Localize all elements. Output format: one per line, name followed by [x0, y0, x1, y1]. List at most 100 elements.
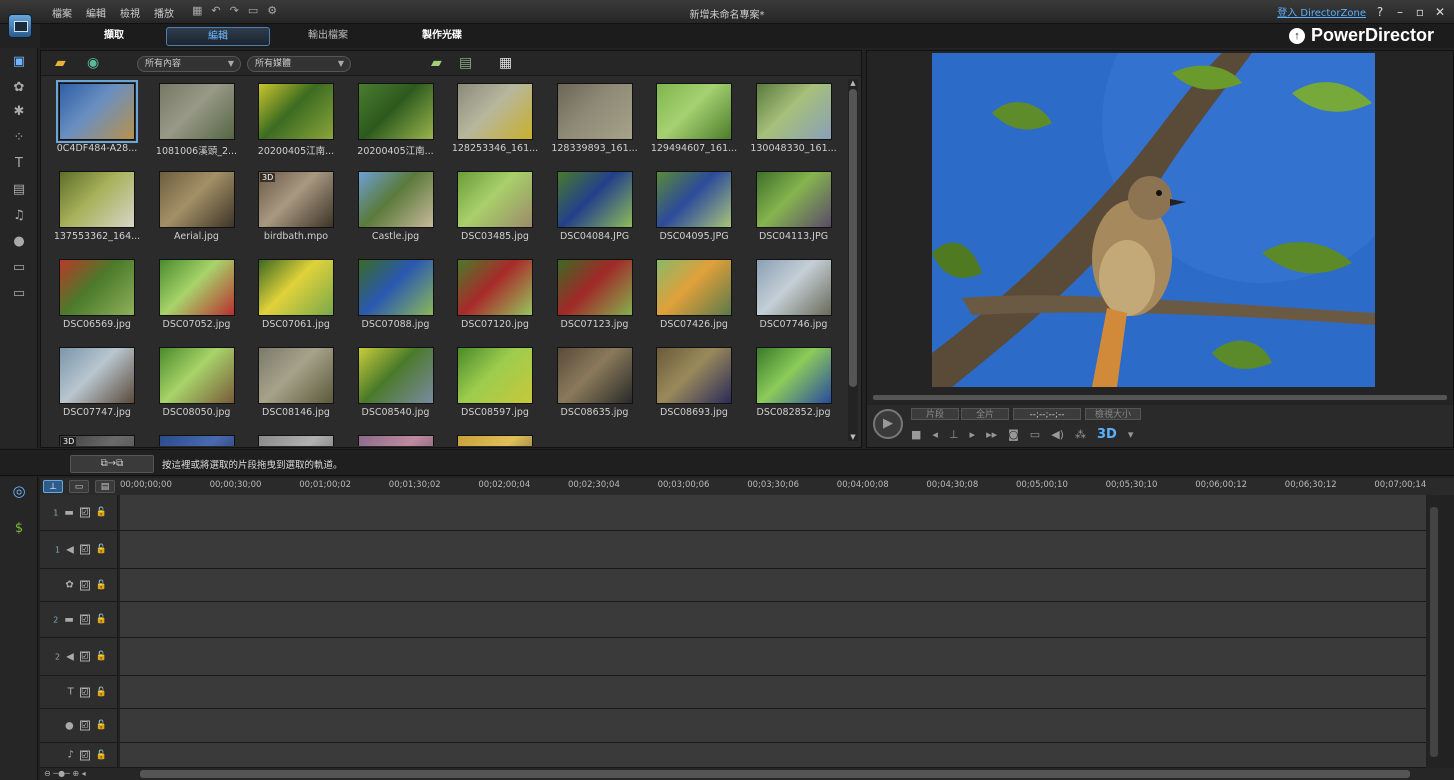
media-thumbnail[interactable]: DSC06569.jpg: [47, 254, 141, 342]
download-media-icon[interactable]: ◉: [87, 55, 99, 71]
track-lock-icon[interactable]: 🔓: [96, 652, 107, 662]
media-thumbnail[interactable]: 137553362_164...: [47, 166, 141, 254]
insert-to-track-button[interactable]: ⧉→⧉: [70, 455, 154, 473]
view-size-dropdown[interactable]: 檢視大小: [1085, 408, 1141, 420]
track-lock-icon[interactable]: 🔓: [96, 615, 107, 625]
library-scrollbar[interactable]: ▲ ▼: [848, 79, 858, 441]
transition-room-icon[interactable]: ▤: [10, 182, 28, 198]
media-thumbnail[interactable]: DSC07061.jpg: [246, 254, 340, 342]
scroll-up-icon[interactable]: ▲: [848, 79, 858, 87]
track-lock-icon[interactable]: 🔓: [96, 687, 107, 697]
media-thumbnail[interactable]: 128253346_161...: [445, 78, 539, 166]
particle-room-icon[interactable]: ⁘: [10, 130, 28, 146]
movie-mode-button[interactable]: 全片: [961, 408, 1009, 420]
media-thumbnail[interactable]: 20200405江南...: [246, 78, 340, 166]
track-body[interactable]: [120, 676, 1426, 708]
track-enable-checkbox[interactable]: ☑: [79, 614, 90, 625]
track-enable-checkbox[interactable]: ☑: [79, 687, 90, 697]
secondary-display-icon[interactable]: ▭: [1030, 428, 1040, 441]
media-thumbnail[interactable]: 129494607_161...: [644, 78, 738, 166]
track-lock-icon[interactable]: 🔓: [96, 580, 107, 590]
media-thumbnail[interactable]: DSC07052.jpg: [147, 254, 241, 342]
save-icon[interactable]: ▦: [192, 4, 202, 17]
media-thumbnail[interactable]: DSC08693.jpg: [644, 342, 738, 430]
track-enable-checkbox[interactable]: ☑: [79, 580, 90, 590]
restore-button[interactable]: ▫: [1414, 5, 1426, 19]
scroll-thumb[interactable]: [1430, 507, 1438, 757]
menu-view[interactable]: 檢視: [120, 5, 140, 20]
time-ruler[interactable]: 00;00;00;00 00;00;30;00 00;01;00;02 00;01;3…: [120, 478, 1440, 495]
track-enable-checkbox[interactable]: ☑: [79, 507, 90, 518]
track-lock-icon[interactable]: 🔓: [96, 750, 107, 760]
track-lock-icon[interactable]: 🔓: [96, 545, 107, 555]
timeline-view-icon[interactable]: ⊥: [43, 480, 63, 493]
media-thumbnail[interactable]: 1081006溪頭_2...: [147, 78, 241, 166]
media-thumbnail[interactable]: Aerial.jpg: [147, 166, 241, 254]
media-filter-dropdown[interactable]: 所有媒體 ▼: [247, 56, 351, 72]
media-thumbnail[interactable]: DSC04113.JPG: [744, 166, 838, 254]
close-button[interactable]: ✕: [1434, 5, 1446, 19]
play-button[interactable]: ▶: [873, 409, 903, 439]
track-body[interactable]: [120, 531, 1426, 568]
content-filter-dropdown[interactable]: 所有內容 ▼: [137, 56, 241, 72]
media-thumbnail[interactable]: 3D birdbath.mpo: [246, 166, 340, 254]
scene-detect-icon[interactable]: ▤: [459, 55, 472, 71]
media-thumbnail[interactable]: DSC08146.jpg: [246, 342, 340, 430]
director-zone-link[interactable]: 登入 DirectorZone: [1277, 4, 1366, 19]
track-body[interactable]: [120, 602, 1426, 637]
media-thumbnail[interactable]: DSC08597.jpg: [445, 342, 539, 430]
redo-icon[interactable]: ↷: [230, 4, 239, 17]
tab-edit[interactable]: 編輯: [166, 27, 270, 46]
fast-forward-icon[interactable]: ▸▸: [986, 428, 997, 441]
track-enable-checkbox[interactable]: ☑: [79, 651, 90, 662]
upgrade-icon[interactable]: ↑: [1288, 27, 1305, 44]
media-thumbnail[interactable]: DSC03485.jpg: [445, 166, 539, 254]
zoom-slider[interactable]: ⊖ ─●─ ⊕ ◂: [44, 769, 86, 778]
scroll-thumb[interactable]: [849, 89, 857, 387]
track-enable-checkbox[interactable]: ☑: [79, 720, 90, 731]
grid-view-icon[interactable]: ▦: [499, 55, 512, 71]
scroll-thumb[interactable]: [140, 770, 1410, 778]
media-thumbnail[interactable]: DSC082852.jpg: [744, 342, 838, 430]
import-folder-icon[interactable]: ▰: [55, 55, 66, 71]
help-button[interactable]: ?: [1374, 5, 1386, 19]
media-thumbnail[interactable]: Castle.jpg: [346, 166, 440, 254]
media-thumbnail[interactable]: DSC07120.jpg: [445, 254, 539, 342]
stop-icon[interactable]: ■: [911, 428, 921, 441]
media-thumbnail[interactable]: 20200405江南...: [346, 78, 440, 166]
audio-mixing-room-icon[interactable]: ♫: [10, 208, 28, 224]
timeline-horizontal-scrollbar[interactable]: ⊖ ─●─ ⊕ ◂: [40, 768, 1454, 780]
minimize-button[interactable]: –: [1394, 5, 1406, 19]
3d-mode-button[interactable]: 3D: [1097, 427, 1117, 442]
track-body[interactable]: [120, 638, 1426, 675]
clip-mode-button[interactable]: 片段: [911, 408, 959, 420]
media-thumbnail[interactable]: DSC07746.jpg: [744, 254, 838, 342]
menu-edit[interactable]: 編輯: [86, 5, 106, 20]
volume-icon[interactable]: ◀): [1051, 428, 1064, 441]
chapter-room-icon[interactable]: ▭: [10, 260, 28, 276]
pip-room-icon[interactable]: ✱: [10, 104, 28, 120]
media-thumbnail[interactable]: DSC07088.jpg: [346, 254, 440, 342]
track-body[interactable]: [120, 495, 1426, 530]
media-room-icon[interactable]: ▣: [10, 54, 28, 70]
tab-produce[interactable]: 輸出檔案: [276, 27, 380, 46]
scroll-down-icon[interactable]: ▼: [848, 433, 858, 441]
media-thumbnail[interactable]: DSC07123.jpg: [545, 254, 639, 342]
tab-create-disc[interactable]: 製作光碟: [390, 27, 494, 46]
chevron-down-icon[interactable]: ▾: [1128, 428, 1134, 441]
undo-icon[interactable]: ↶: [211, 4, 220, 17]
tab-capture[interactable]: 擷取: [62, 27, 166, 46]
storyboard-icon[interactable]: ▰: [431, 55, 442, 71]
mark-in-icon[interactable]: ⊥: [949, 428, 959, 441]
quality-icon[interactable]: ⁂: [1075, 428, 1086, 441]
media-thumbnail[interactable]: [147, 430, 241, 446]
media-thumbnail[interactable]: [445, 430, 539, 446]
track-manager-icon[interactable]: ▤: [95, 480, 115, 493]
media-thumbnail[interactable]: [246, 430, 340, 446]
media-thumbnail[interactable]: 130048330_161...: [744, 78, 838, 166]
media-thumbnail[interactable]: 128339893_161...: [545, 78, 639, 166]
settings-icon[interactable]: ⚙: [267, 4, 277, 17]
media-thumbnail[interactable]: DSC04084.JPG: [545, 166, 639, 254]
track-body[interactable]: [120, 709, 1426, 742]
title-room-icon[interactable]: T: [10, 156, 28, 172]
